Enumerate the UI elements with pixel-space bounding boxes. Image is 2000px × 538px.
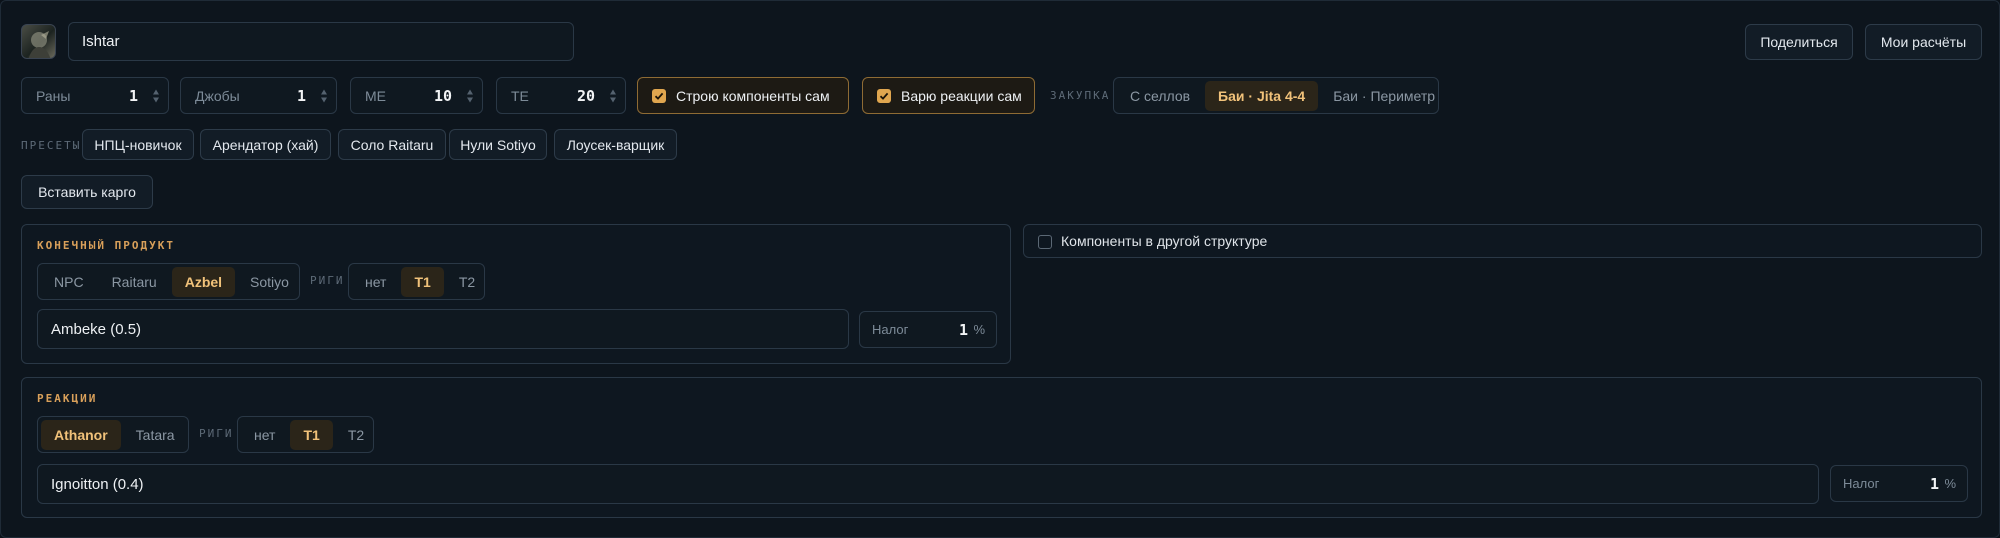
final-system-value: Ambeke (0.5) [51, 320, 142, 338]
checkbox-icon [1038, 235, 1052, 249]
runs-label: Раны [36, 88, 71, 104]
preset-npc-novice[interactable]: НПЦ-новичок [82, 129, 194, 160]
rig-t2[interactable]: T2 [446, 267, 488, 297]
rig-none[interactable]: нет [241, 420, 288, 450]
me-label: ME [365, 88, 386, 104]
structure-sotiyo[interactable]: Sotiyo [237, 267, 302, 297]
reactions-section: РЕАКЦИИ Athanor Tatara РИГИ нет T1 T2 Ig… [21, 377, 1982, 518]
jobs-spinner[interactable] [321, 89, 327, 102]
chevron-up-icon[interactable] [610, 89, 616, 94]
preset-null-sotiyo[interactable]: Нули Sotiyo [449, 129, 547, 160]
paste-cargo-button[interactable]: Вставить карго [21, 175, 153, 209]
build-components-toggle[interactable]: Строю компоненты сам [637, 77, 849, 114]
reaction-tax-label: Налог [1843, 476, 1880, 491]
structure-npc[interactable]: NPC [41, 267, 97, 297]
jobs-stepper[interactable]: Джобы 1 [180, 77, 337, 114]
chevron-down-icon[interactable] [153, 97, 159, 102]
reaction-system-input[interactable]: Ignoitton (0.4) [37, 464, 1819, 504]
reaction-system-value: Ignoitton (0.4) [51, 475, 144, 493]
character-name-value: Ishtar [82, 33, 120, 50]
purchase-option-perimeter[interactable]: Баи · Периметр [1320, 81, 1448, 111]
jobs-value: 1 [296, 87, 306, 105]
runs-value: 1 [128, 87, 138, 105]
checkmark-icon [652, 88, 666, 103]
preset-solo-raitaru[interactable]: Соло Raitaru [338, 129, 446, 160]
final-product-section: КОНЕЧНЫЙ ПРОДУКТ NPC Raitaru Azbel Sotiy… [21, 224, 1011, 364]
components-other-structure-label: Компоненты в другой структуре [1061, 233, 1268, 249]
chevron-up-icon[interactable] [153, 89, 159, 94]
te-label: TE [511, 88, 529, 104]
rig-none[interactable]: нет [352, 267, 399, 297]
presets-caption: ПРЕСЕТЫ [21, 139, 82, 152]
character-name-input[interactable]: Ishtar [68, 22, 574, 61]
share-button[interactable]: Поделиться [1745, 24, 1853, 60]
my-calculations-button[interactable]: Мои расчёты [1865, 24, 1982, 60]
final-product-title: КОНЕЧНЫЙ ПРОДУКТ [37, 239, 175, 252]
structure-tatara[interactable]: Tatara [123, 420, 188, 450]
final-rigs-caption: РИГИ [310, 274, 345, 287]
me-value: 10 [433, 87, 452, 105]
chevron-down-icon[interactable] [321, 97, 327, 102]
preset-lowsec-reactor[interactable]: Лоусек-варщик [554, 129, 677, 160]
final-tax-unit: % [973, 322, 985, 337]
reaction-rigs-segmented: нет T1 T2 [237, 416, 374, 453]
runs-spinner[interactable] [153, 89, 159, 102]
final-tax-input[interactable]: Налог 1 % [859, 311, 997, 348]
character-avatar [21, 24, 56, 59]
jobs-label: Джобы [195, 88, 240, 104]
reaction-tax-input[interactable]: Налог 1 % [1830, 465, 1968, 502]
purchase-caption: ЗАКУПКА [1050, 89, 1111, 102]
structure-raitaru[interactable]: Raitaru [99, 267, 170, 297]
chevron-up-icon[interactable] [467, 89, 473, 94]
te-spinner[interactable] [610, 89, 616, 102]
reactions-title: РЕАКЦИИ [37, 392, 98, 405]
chevron-down-icon[interactable] [467, 97, 473, 102]
components-other-structure-toggle[interactable]: Компоненты в другой структуре [1023, 224, 1982, 258]
final-rigs-segmented: нет T1 T2 [348, 263, 485, 300]
reaction-tax-value: 1 [1929, 475, 1939, 493]
rig-t2[interactable]: T2 [335, 420, 377, 450]
chevron-up-icon[interactable] [321, 89, 327, 94]
cook-reactions-label: Варю реакции сам [901, 87, 1022, 104]
cook-reactions-toggle[interactable]: Варю реакции сам [862, 77, 1035, 114]
final-tax-value: 1 [958, 321, 968, 339]
final-structure-segmented: NPC Raitaru Azbel Sotiyo [37, 263, 300, 300]
te-stepper[interactable]: TE 20 [496, 77, 626, 114]
structure-azbel[interactable]: Azbel [171, 266, 236, 297]
purchase-option-sell[interactable]: С селлов [1117, 81, 1203, 111]
structure-athanor[interactable]: Athanor [41, 419, 121, 450]
checkmark-icon [877, 88, 891, 103]
te-value: 20 [576, 87, 595, 105]
preset-renter-high[interactable]: Арендатор (хай) [200, 129, 331, 160]
rig-t1[interactable]: T1 [401, 266, 444, 297]
reaction-structure-segmented: Athanor Tatara [37, 416, 189, 453]
reaction-tax-unit: % [1944, 476, 1956, 491]
runs-stepper[interactable]: Раны 1 [21, 77, 169, 114]
purchase-option-jita[interactable]: Баи · Jita 4-4 [1205, 80, 1319, 111]
me-stepper[interactable]: ME 10 [350, 77, 483, 114]
calculator-panel: Ishtar Поделиться Мои расчёты Раны 1 Джо… [0, 0, 2000, 538]
reaction-rigs-caption: РИГИ [199, 427, 234, 440]
purchase-segmented: С селлов Баи · Jita 4-4 Баи · Периметр [1113, 77, 1439, 114]
final-system-input[interactable]: Ambeke (0.5) [37, 309, 849, 349]
final-tax-label: Налог [872, 322, 909, 337]
rig-t1[interactable]: T1 [290, 419, 333, 450]
build-components-label: Строю компоненты сам [676, 87, 830, 104]
me-spinner[interactable] [467, 89, 473, 102]
chevron-down-icon[interactable] [610, 97, 616, 102]
